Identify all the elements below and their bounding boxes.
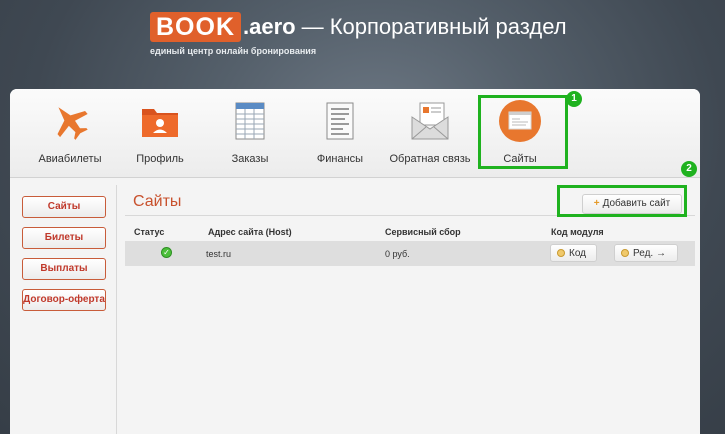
cell-fee: 0 руб. <box>385 249 410 259</box>
page-header-title: — Корпоративный раздел <box>301 14 567 39</box>
code-icon <box>557 249 565 257</box>
tagline: единый центр онлайн бронирования <box>150 46 317 56</box>
cell-host: test.ru <box>206 249 232 259</box>
column-header-status: Статус <box>134 227 165 237</box>
sidebar-item-tickets[interactable]: Билеты <box>22 227 106 249</box>
code-button-label: Код <box>569 248 587 259</box>
code-button[interactable]: Код <box>550 244 597 262</box>
column-header-module-code: Код модуля <box>551 227 604 237</box>
nav-item-finance[interactable]: Финансы <box>295 99 385 171</box>
page-title: Сайты <box>133 193 182 210</box>
profile-folder-icon <box>138 99 182 143</box>
logo[interactable]: BOOK .aero — Корпоративный раздел <box>150 12 567 42</box>
airplane-icon <box>48 99 92 143</box>
add-site-label: Добавить сайт <box>602 198 671 209</box>
finance-document-icon <box>318 99 362 143</box>
sidebar-item-payouts[interactable]: Выплаты <box>22 258 106 280</box>
nav-item-airtickets[interactable]: Авиабилеты <box>25 99 115 171</box>
step-badge-2: 2 <box>681 161 697 177</box>
edit-button-label: Ред. → <box>633 248 666 259</box>
nav-item-feedback[interactable]: Обратная связь <box>385 99 475 171</box>
nav-item-orders[interactable]: Заказы <box>205 99 295 171</box>
sidebar-divider <box>116 185 117 434</box>
status-ok-icon: ✓ <box>161 247 172 258</box>
nav-item-profile[interactable]: Профиль <box>115 99 205 171</box>
main-panel: Авиабилеты Профиль Заказы Финансы Обратн… <box>10 89 700 434</box>
edit-button[interactable]: Ред. → <box>614 244 678 262</box>
column-header-host: Адрес сайта (Host) <box>208 227 292 237</box>
sidebar-item-offer-contract[interactable]: Договор-оферта <box>22 289 106 311</box>
sites-highlight-box <box>478 95 568 169</box>
nav-label: Авиабилеты <box>38 153 102 165</box>
logo-aero: .aero <box>243 14 296 39</box>
logo-book: BOOK <box>150 12 241 42</box>
sidebar-item-sites[interactable]: Сайты <box>22 196 106 218</box>
nav-label: Профиль <box>136 153 184 165</box>
edit-icon <box>621 249 629 257</box>
top-navigation: Авиабилеты Профиль Заказы Финансы Обратн… <box>10 89 700 178</box>
orders-spreadsheet-icon <box>228 99 272 143</box>
nav-label: Заказы <box>231 153 269 165</box>
nav-label: Обратная связь <box>389 153 471 165</box>
step-badge-1: 1 <box>566 91 582 107</box>
feedback-envelope-icon <box>408 99 452 143</box>
add-site-button[interactable]: + Добавить сайт <box>582 194 682 214</box>
plus-icon: + <box>593 198 600 209</box>
nav-label: Финансы <box>316 153 364 165</box>
column-header-fee: Сервисный сбор <box>385 227 461 237</box>
